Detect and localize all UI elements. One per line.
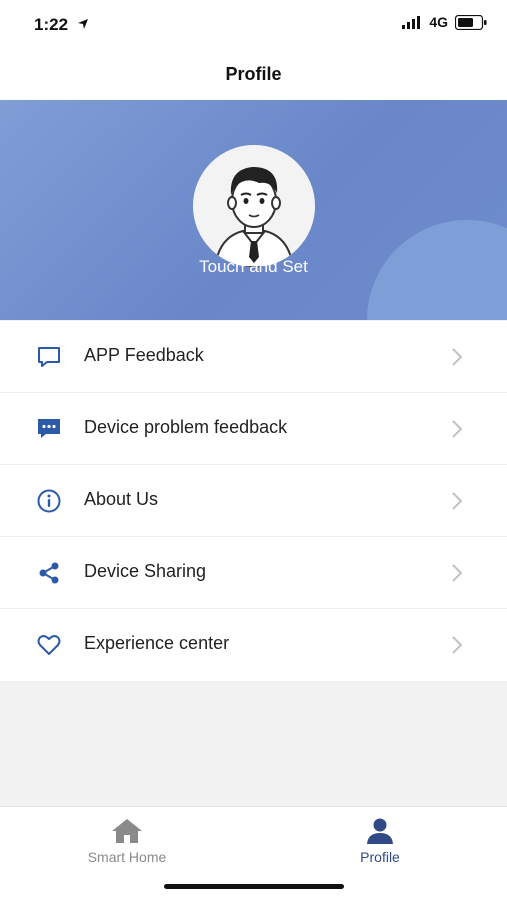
menu-item-experience-center[interactable]: Experience center [0, 609, 507, 681]
menu-item-device-problem-feedback[interactable]: Device problem feedback [0, 393, 507, 465]
signal-icon [402, 15, 421, 29]
tab-label: Profile [360, 849, 400, 865]
network-type: 4G [429, 14, 448, 30]
chevron-right-icon [452, 564, 463, 582]
tab-profile[interactable]: Profile [310, 817, 450, 865]
menu-item-label: APP Feedback [84, 345, 204, 365]
share-icon [39, 562, 59, 584]
person-icon [367, 818, 393, 844]
touch-and-set-label[interactable]: Touch and Set [0, 257, 507, 277]
menu-item-label: Device problem feedback [84, 417, 288, 437]
profile-menu: APP Feedback Device problem feedback Abo… [0, 321, 507, 681]
chat-bubble-icon [38, 347, 60, 367]
menu-item-label: About Us [84, 489, 159, 509]
status-indicators: 4G [402, 14, 487, 30]
chevron-right-icon [452, 420, 463, 438]
home-icon [112, 819, 142, 843]
menu-item-label: Device Sharing [84, 561, 207, 581]
menu-item-app-feedback[interactable]: APP Feedback [0, 321, 507, 393]
battery-icon [455, 14, 487, 30]
menu-item-device-sharing[interactable]: Device Sharing [0, 537, 507, 609]
menu-item-about-us[interactable]: About Us [0, 465, 507, 537]
heart-icon [37, 635, 61, 655]
tab-label: Smart Home [87, 849, 167, 865]
menu-item-label: Experience center [84, 633, 230, 653]
location-arrow-icon [77, 19, 88, 29]
status-time: 1:22 [34, 15, 89, 35]
home-indicator[interactable] [164, 884, 344, 889]
user-avatar-icon [193, 145, 315, 267]
profile-banner: Touch and Set [0, 100, 507, 320]
info-icon [37, 489, 61, 513]
chevron-right-icon [452, 348, 463, 366]
status-bar: 1:22 4G [0, 0, 507, 50]
navigation-header: Profile [0, 50, 507, 100]
time-text: 1:22 [34, 15, 69, 34]
chevron-right-icon [452, 492, 463, 510]
avatar[interactable] [193, 145, 315, 267]
tab-smart-home[interactable]: Smart Home [57, 817, 197, 865]
page-title: Profile [225, 64, 282, 84]
chevron-right-icon [452, 636, 463, 654]
message-dots-icon [38, 419, 60, 438]
